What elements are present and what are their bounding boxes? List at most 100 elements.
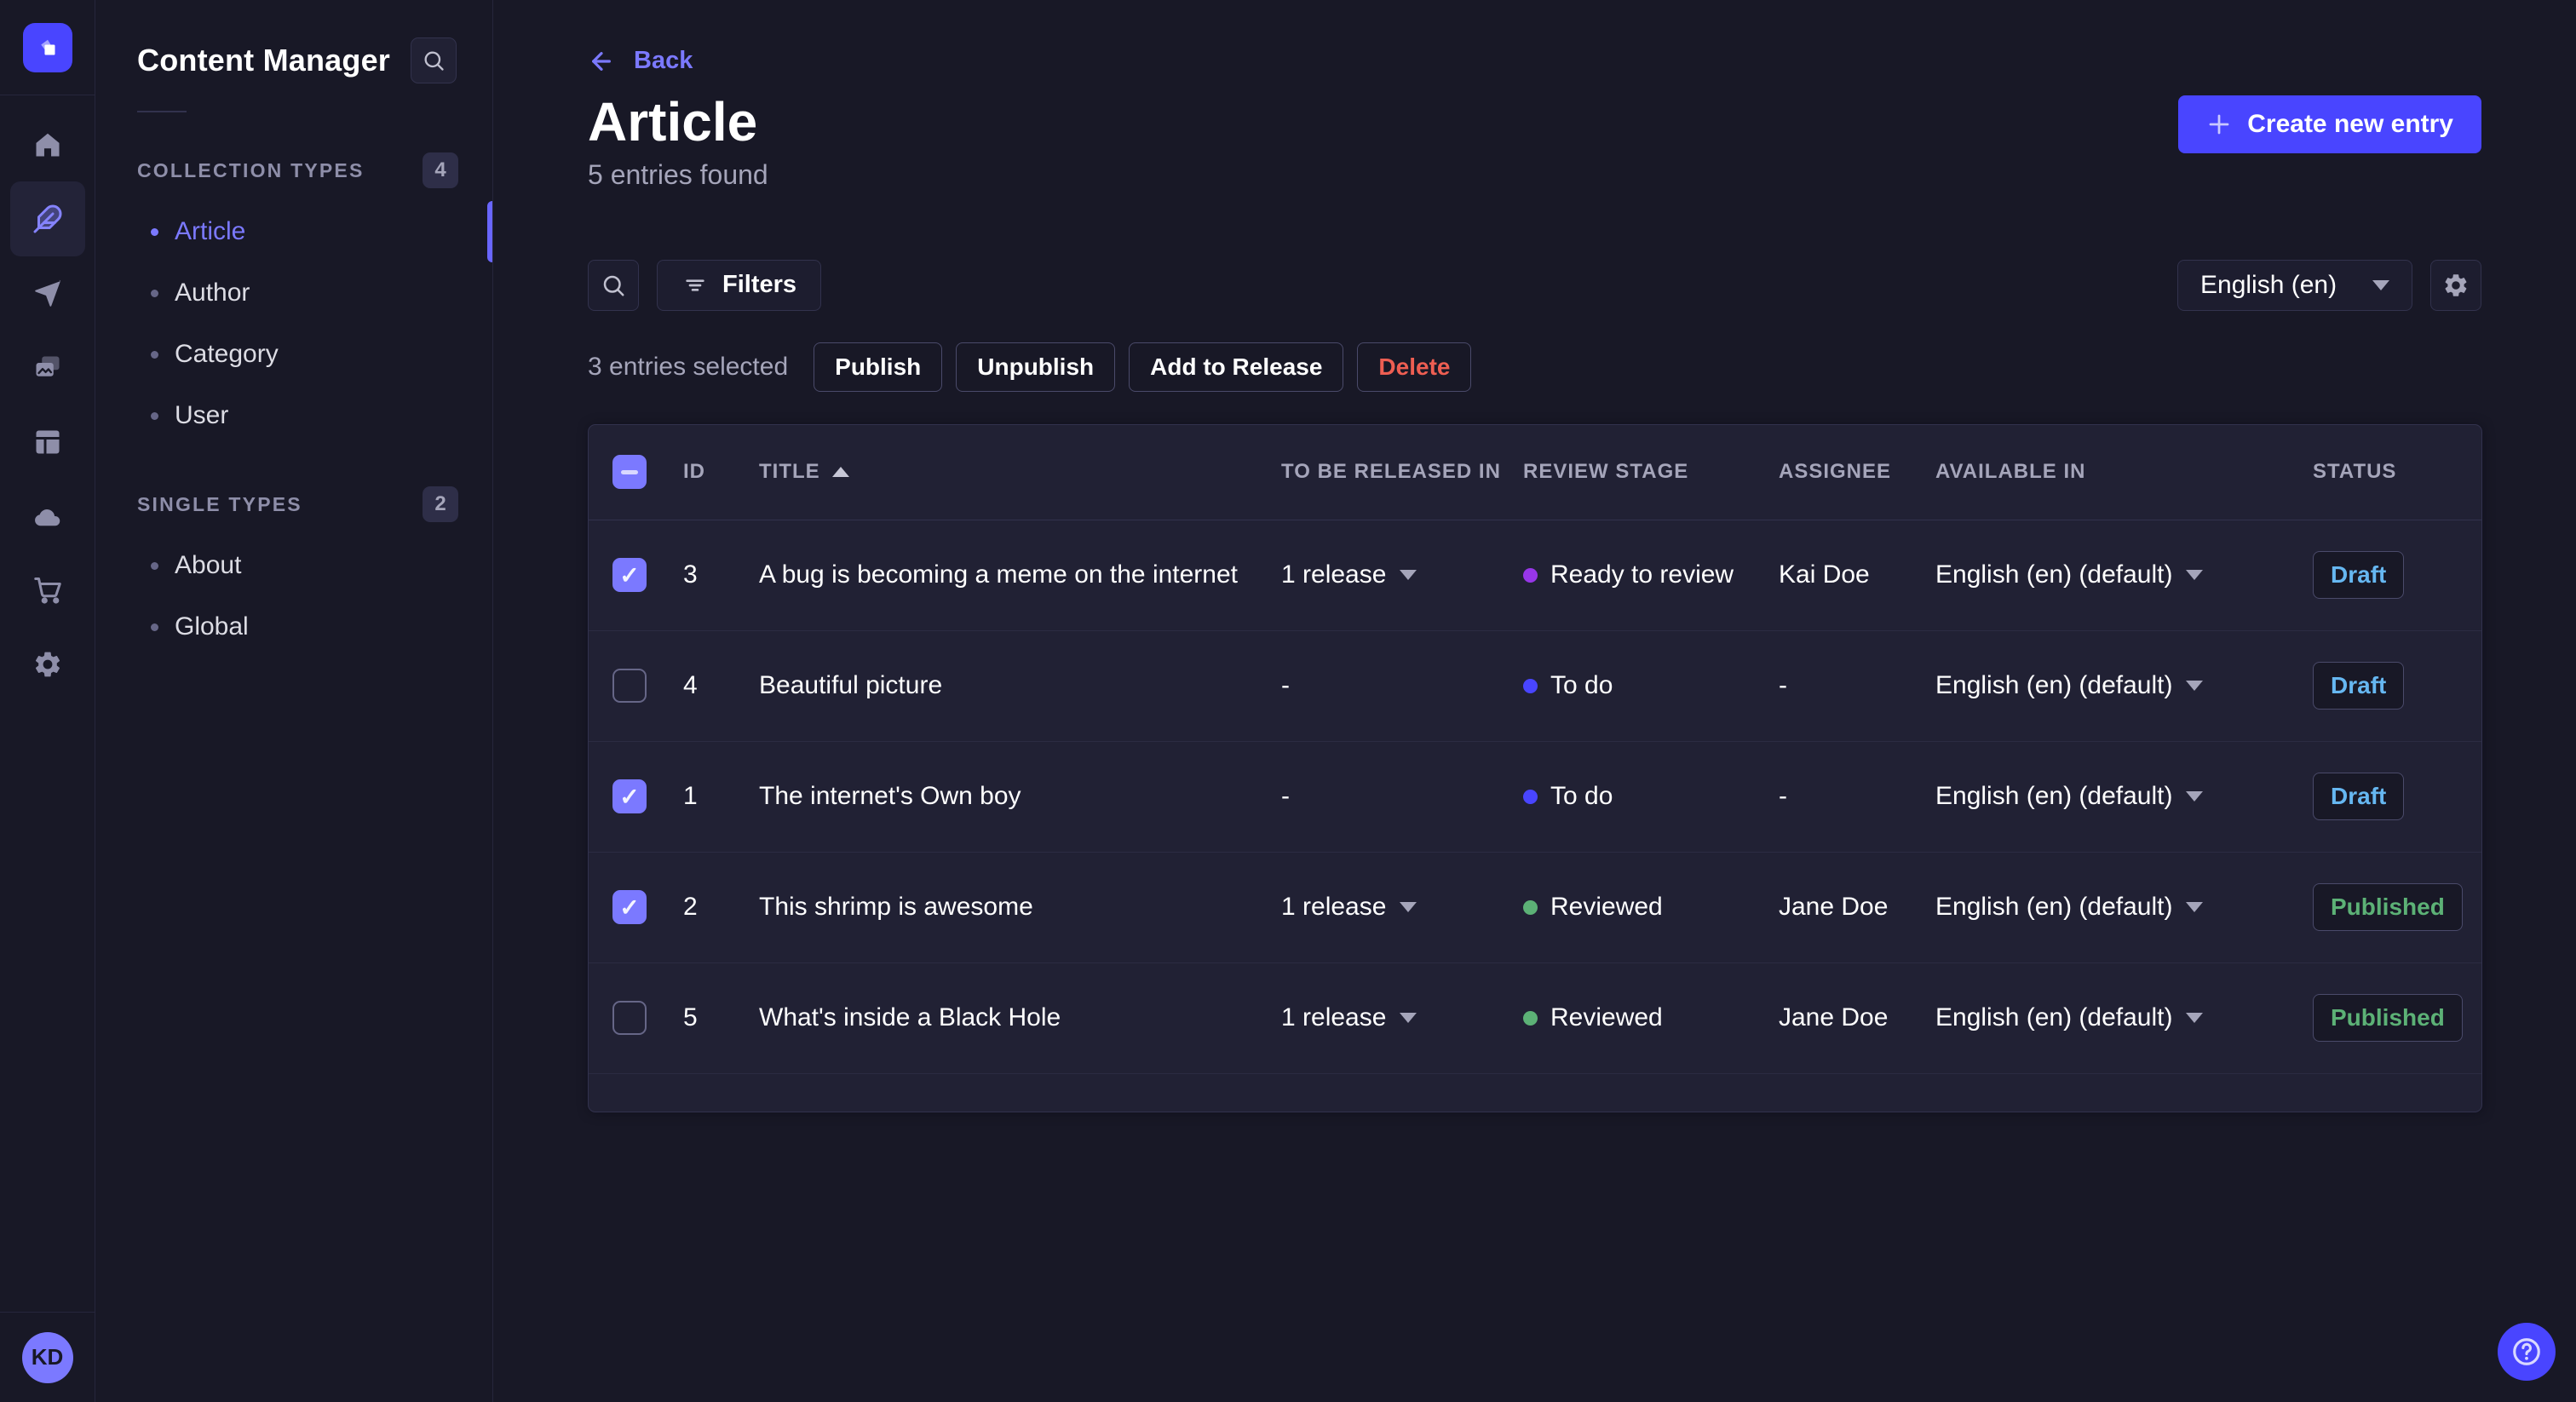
cell-release[interactable]: - xyxy=(1281,782,1523,811)
release-caret xyxy=(1400,1013,1417,1023)
cell-available-in[interactable]: English (en) (default) xyxy=(1935,1003,2313,1032)
help-button[interactable] xyxy=(2498,1323,2556,1381)
user-avatar[interactable]: KD xyxy=(21,1331,73,1383)
column-header-title-sort[interactable]: TITLE xyxy=(759,460,849,484)
create-new-entry-button[interactable]: Create new entry xyxy=(2178,95,2481,153)
table-row[interactable]: 1 The internet's Own boy - To do - Engli… xyxy=(589,742,2481,853)
filters-button[interactable]: Filters xyxy=(657,259,822,311)
home-icon xyxy=(36,133,59,156)
cell-available-in[interactable]: English (en) (default) xyxy=(1935,782,2313,811)
cell-available-in[interactable]: English (en) (default) xyxy=(1935,671,2313,700)
nav-content-manager-button[interactable] xyxy=(9,181,85,256)
sidebar-item-article[interactable]: Article xyxy=(96,201,492,262)
sidebar-item-category[interactable]: Category xyxy=(96,324,492,385)
cell-release[interactable]: 1 release xyxy=(1281,560,1523,589)
gear-icon xyxy=(35,652,60,676)
sidebar-item-author[interactable]: Author xyxy=(96,262,492,324)
table-row[interactable]: 5 What's inside a Black Hole 1 release R… xyxy=(589,963,2481,1074)
cell-available-in[interactable]: English (en) (default) xyxy=(1935,560,2313,589)
row-checkbox[interactable] xyxy=(612,558,647,592)
unpublish-button[interactable]: Unpublish xyxy=(956,342,1116,392)
cell-title: This shrimp is awesome xyxy=(759,893,1033,921)
cell-id: 2 xyxy=(683,893,698,921)
cell-title: A bug is becoming a meme on the internet xyxy=(759,560,1239,589)
sort-ascending-icon xyxy=(831,467,849,477)
column-header-id: ID xyxy=(683,460,705,483)
single-types-section: SINGLE TYPES 2 About Global xyxy=(96,486,492,658)
paper-plane-icon xyxy=(34,279,60,307)
cell-title: The internet's Own boy xyxy=(759,782,1021,810)
table-footer xyxy=(589,1074,2481,1112)
cell-release[interactable]: 1 release xyxy=(1281,893,1523,922)
row-checkbox[interactable] xyxy=(612,669,647,703)
single-types-label: SINGLE TYPES xyxy=(137,492,302,515)
cell-review-stage: Ready to review xyxy=(1523,560,1779,589)
sidebar-item-global[interactable]: Global xyxy=(96,596,492,658)
status-badge: Draft xyxy=(2313,662,2405,710)
stage-dot xyxy=(1523,899,1538,915)
cell-review-stage: To do xyxy=(1523,782,1779,811)
chevron-down-icon xyxy=(2186,1013,2204,1023)
row-checkbox[interactable] xyxy=(612,1001,647,1035)
selection-bar: 3 entries selected Publish Unpublish Add… xyxy=(588,342,2481,392)
sidebar-item-about[interactable]: About xyxy=(96,535,492,596)
bullet-icon xyxy=(151,289,158,297)
back-link[interactable]: Back xyxy=(588,47,693,75)
delete-button[interactable]: Delete xyxy=(1357,342,1472,392)
sidebar-search-button[interactable] xyxy=(411,37,457,83)
cell-assignee: - xyxy=(1779,782,1787,810)
nav-releases-button[interactable] xyxy=(10,256,85,330)
search-icon xyxy=(603,275,624,296)
main-nav-rail: KD xyxy=(0,0,95,1402)
row-checkbox[interactable] xyxy=(612,890,647,924)
bullet-icon xyxy=(151,411,158,420)
nav-content-type-builder-button[interactable] xyxy=(10,405,85,479)
stage-dot xyxy=(1523,678,1538,693)
cell-available-in[interactable]: English (en) (default) xyxy=(1935,893,2313,922)
locale-select[interactable]: English (en) xyxy=(2177,259,2412,311)
gear-icon xyxy=(2445,273,2467,296)
table-row[interactable]: 2 This shrimp is awesome 1 release Revie… xyxy=(589,853,2481,963)
bullet-icon xyxy=(151,350,158,359)
cell-id: 3 xyxy=(683,560,698,589)
bullet-icon xyxy=(151,623,158,631)
cell-review-stage: To do xyxy=(1523,671,1779,700)
nav-home-button[interactable] xyxy=(10,107,85,181)
nav-settings-button[interactable] xyxy=(10,627,85,701)
arrow-left-icon xyxy=(592,51,611,71)
entries-table: ID TITLE TO BE RELEASED IN REVIEW STAGE … xyxy=(588,423,2482,1112)
cell-assignee: Jane Doe xyxy=(1779,893,1889,921)
question-mark-icon xyxy=(2513,1338,2540,1365)
table-row[interactable]: 3 A bug is becoming a meme on the intern… xyxy=(589,520,2481,631)
cell-release[interactable]: - xyxy=(1281,671,1523,700)
strapi-logo[interactable] xyxy=(22,22,72,72)
shopping-cart-icon xyxy=(33,577,61,604)
nav-marketplace-button[interactable] xyxy=(10,553,85,627)
list-toolbar: Filters English (en) xyxy=(588,259,2481,311)
sidebar-item-user[interactable]: User xyxy=(96,385,492,446)
cell-assignee: - xyxy=(1779,671,1787,699)
publish-button[interactable]: Publish xyxy=(814,342,943,392)
cell-release[interactable]: 1 release xyxy=(1281,1003,1523,1032)
single-types-count-badge: 2 xyxy=(423,486,458,522)
release-caret xyxy=(1400,570,1417,580)
select-all-checkbox[interactable] xyxy=(612,455,647,489)
filter-icon xyxy=(686,279,704,291)
view-settings-button[interactable] xyxy=(2430,259,2481,311)
nav-media-library-button[interactable] xyxy=(10,330,85,405)
row-checkbox[interactable] xyxy=(612,779,647,813)
table-row[interactable]: 4 Beautiful picture - To do - English (e… xyxy=(589,631,2481,742)
nav-deploy-button[interactable] xyxy=(10,479,85,553)
selection-summary: 3 entries selected xyxy=(588,352,789,381)
bullet-icon xyxy=(151,561,158,570)
cell-id: 1 xyxy=(683,782,698,810)
logo-container xyxy=(0,0,95,95)
collection-types-section: COLLECTION TYPES 4 Article Author Catego… xyxy=(96,152,492,446)
chevron-down-icon xyxy=(2186,791,2204,802)
search-entries-button[interactable] xyxy=(588,259,639,311)
column-header-status: STATUS xyxy=(2313,460,2397,483)
collection-types-count-badge: 4 xyxy=(423,152,458,188)
add-to-release-button[interactable]: Add to Release xyxy=(1129,342,1344,392)
release-caret xyxy=(1400,902,1417,912)
status-badge: Published xyxy=(2313,883,2463,931)
